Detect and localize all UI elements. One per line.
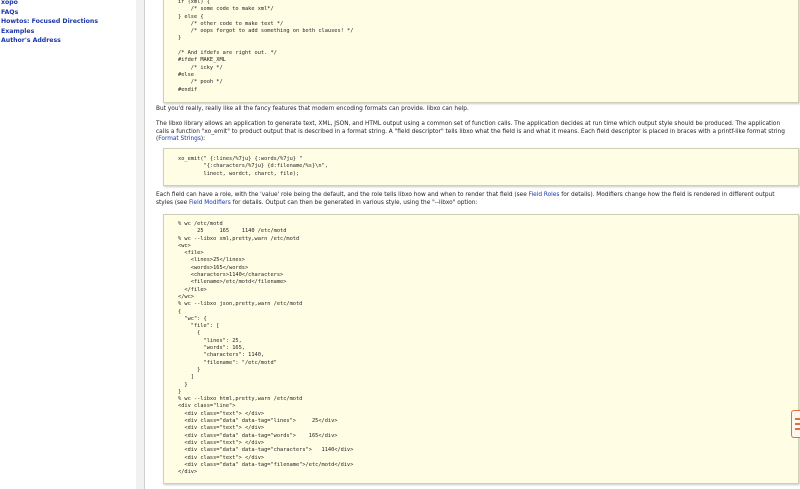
code-text: % wc /etc/motd 25 165 1140 /etc/motd % w… (178, 221, 354, 476)
paragraph-text: The libxo library allows an application … (156, 121, 785, 143)
nav-link-xopo[interactable]: xopo (0, 0, 136, 8)
nav-link-authors-address[interactable]: Author's Address (0, 36, 136, 46)
code-text: if (xml) { /* some code to make xml*/ } … (178, 0, 354, 93)
tab-bar (795, 428, 800, 430)
nav-link-howtos[interactable]: Howtos: Focused Directions (0, 17, 136, 27)
code-block-xml-ifdef: if (xml) { /* some code to make xml*/ } … (163, 0, 799, 103)
sidebar-divider[interactable] (136, 0, 145, 489)
paragraph-text: ): (200, 136, 206, 143)
sidebar-nav: xopo FAQs Howtos: Focused Directions Exa… (0, 0, 136, 489)
code-block-xo-emit: xo_emit(" {:lines/%7ju} {:words/%7ju} " … (163, 148, 799, 186)
paragraph-text: Each field can have a role, with the 'va… (156, 192, 529, 198)
link-field-roles[interactable]: Field Roles (529, 192, 560, 198)
link-field-modifiers[interactable]: Field Modifiers (189, 200, 231, 206)
paragraph-intro: But you'd really, really like all the fa… (156, 106, 469, 112)
tab-bar (795, 418, 800, 420)
code-block-wc-output: % wc /etc/motd 25 165 1140 /etc/motd % w… (163, 214, 799, 484)
nav-link-examples[interactable]: Examples (0, 27, 136, 37)
nav-link-faqs[interactable]: FAQs (0, 8, 136, 18)
paragraph-text: for details. Output can then be generate… (230, 199, 478, 206)
tab-bar (795, 423, 800, 425)
code-text: xo_emit(" {:lines/%7ju} {:words/%7ju} " … (178, 156, 328, 177)
link-format-strings[interactable]: Format Strings (158, 136, 201, 142)
feedback-tab-icon[interactable] (791, 410, 800, 438)
paragraph-field-roles: Each field can have a role, with the 'va… (156, 192, 792, 207)
paragraph-libxo-description: The libxo library allows an application … (156, 121, 792, 144)
